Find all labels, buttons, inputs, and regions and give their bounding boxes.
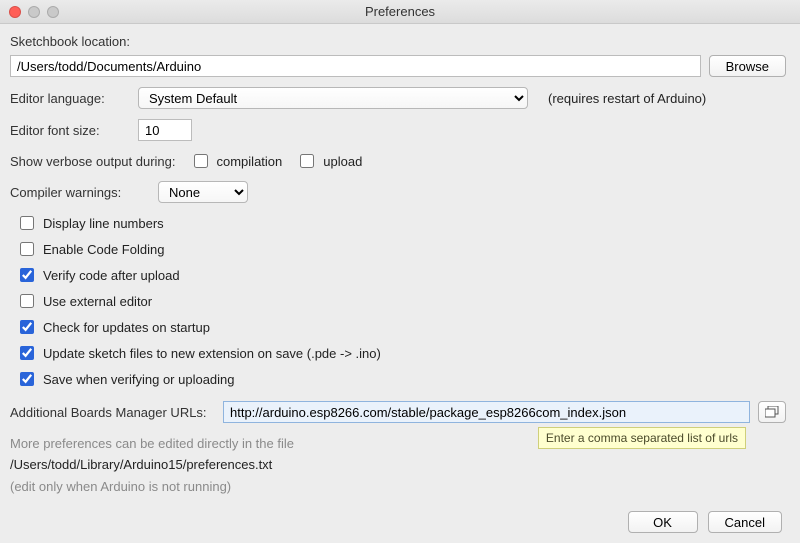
boards-urls-expand-button[interactable] (758, 401, 786, 423)
editor-language-select[interactable]: System Default (138, 87, 528, 109)
editor-language-hint: (requires restart of Arduino) (548, 91, 706, 106)
compiler-warnings-select[interactable]: None (158, 181, 248, 203)
verbose-compilation-label: compilation (217, 154, 283, 169)
sketchbook-location-input[interactable] (10, 55, 701, 77)
window-stack-icon (765, 406, 779, 418)
display-line-numbers-label: Display line numbers (43, 216, 164, 231)
code-folding-checkbox[interactable] (20, 242, 34, 256)
verbose-upload-checkbox[interactable] (300, 154, 314, 168)
update-ext-label: Update sketch files to new extension on … (43, 346, 381, 361)
external-editor-label: Use external editor (43, 294, 152, 309)
more-prefs-line2: (edit only when Arduino is not running) (10, 476, 786, 497)
titlebar: Preferences (0, 0, 800, 24)
editor-language-label: Editor language: (10, 91, 130, 106)
external-editor-checkbox[interactable] (20, 294, 34, 308)
verify-after-upload-checkbox[interactable] (20, 268, 34, 282)
browse-button[interactable]: Browse (709, 55, 786, 77)
boards-urls-label: Additional Boards Manager URLs: (10, 405, 215, 420)
cancel-button[interactable]: Cancel (708, 511, 782, 533)
verbose-upload-label: upload (323, 154, 362, 169)
boards-urls-input[interactable] (223, 401, 750, 423)
save-on-verify-label: Save when verifying or uploading (43, 372, 235, 387)
editor-font-size-label: Editor font size: (10, 123, 130, 138)
verbose-output-label: Show verbose output during: (10, 154, 176, 169)
window-title: Preferences (0, 4, 800, 19)
more-prefs-path: /Users/todd/Library/Arduino15/preference… (10, 454, 786, 475)
boards-urls-tooltip: Enter a comma separated list of urls (538, 427, 746, 449)
verify-after-upload-label: Verify code after upload (43, 268, 180, 283)
code-folding-label: Enable Code Folding (43, 242, 164, 257)
check-updates-label: Check for updates on startup (43, 320, 210, 335)
verbose-compilation-checkbox[interactable] (194, 154, 208, 168)
ok-button[interactable]: OK (628, 511, 698, 533)
display-line-numbers-checkbox[interactable] (20, 216, 34, 230)
compiler-warnings-label: Compiler warnings: (10, 185, 150, 200)
update-ext-checkbox[interactable] (20, 346, 34, 360)
check-updates-checkbox[interactable] (20, 320, 34, 334)
save-on-verify-checkbox[interactable] (20, 372, 34, 386)
sketchbook-location-label: Sketchbook location: (10, 34, 130, 49)
editor-font-size-input[interactable] (138, 119, 192, 141)
